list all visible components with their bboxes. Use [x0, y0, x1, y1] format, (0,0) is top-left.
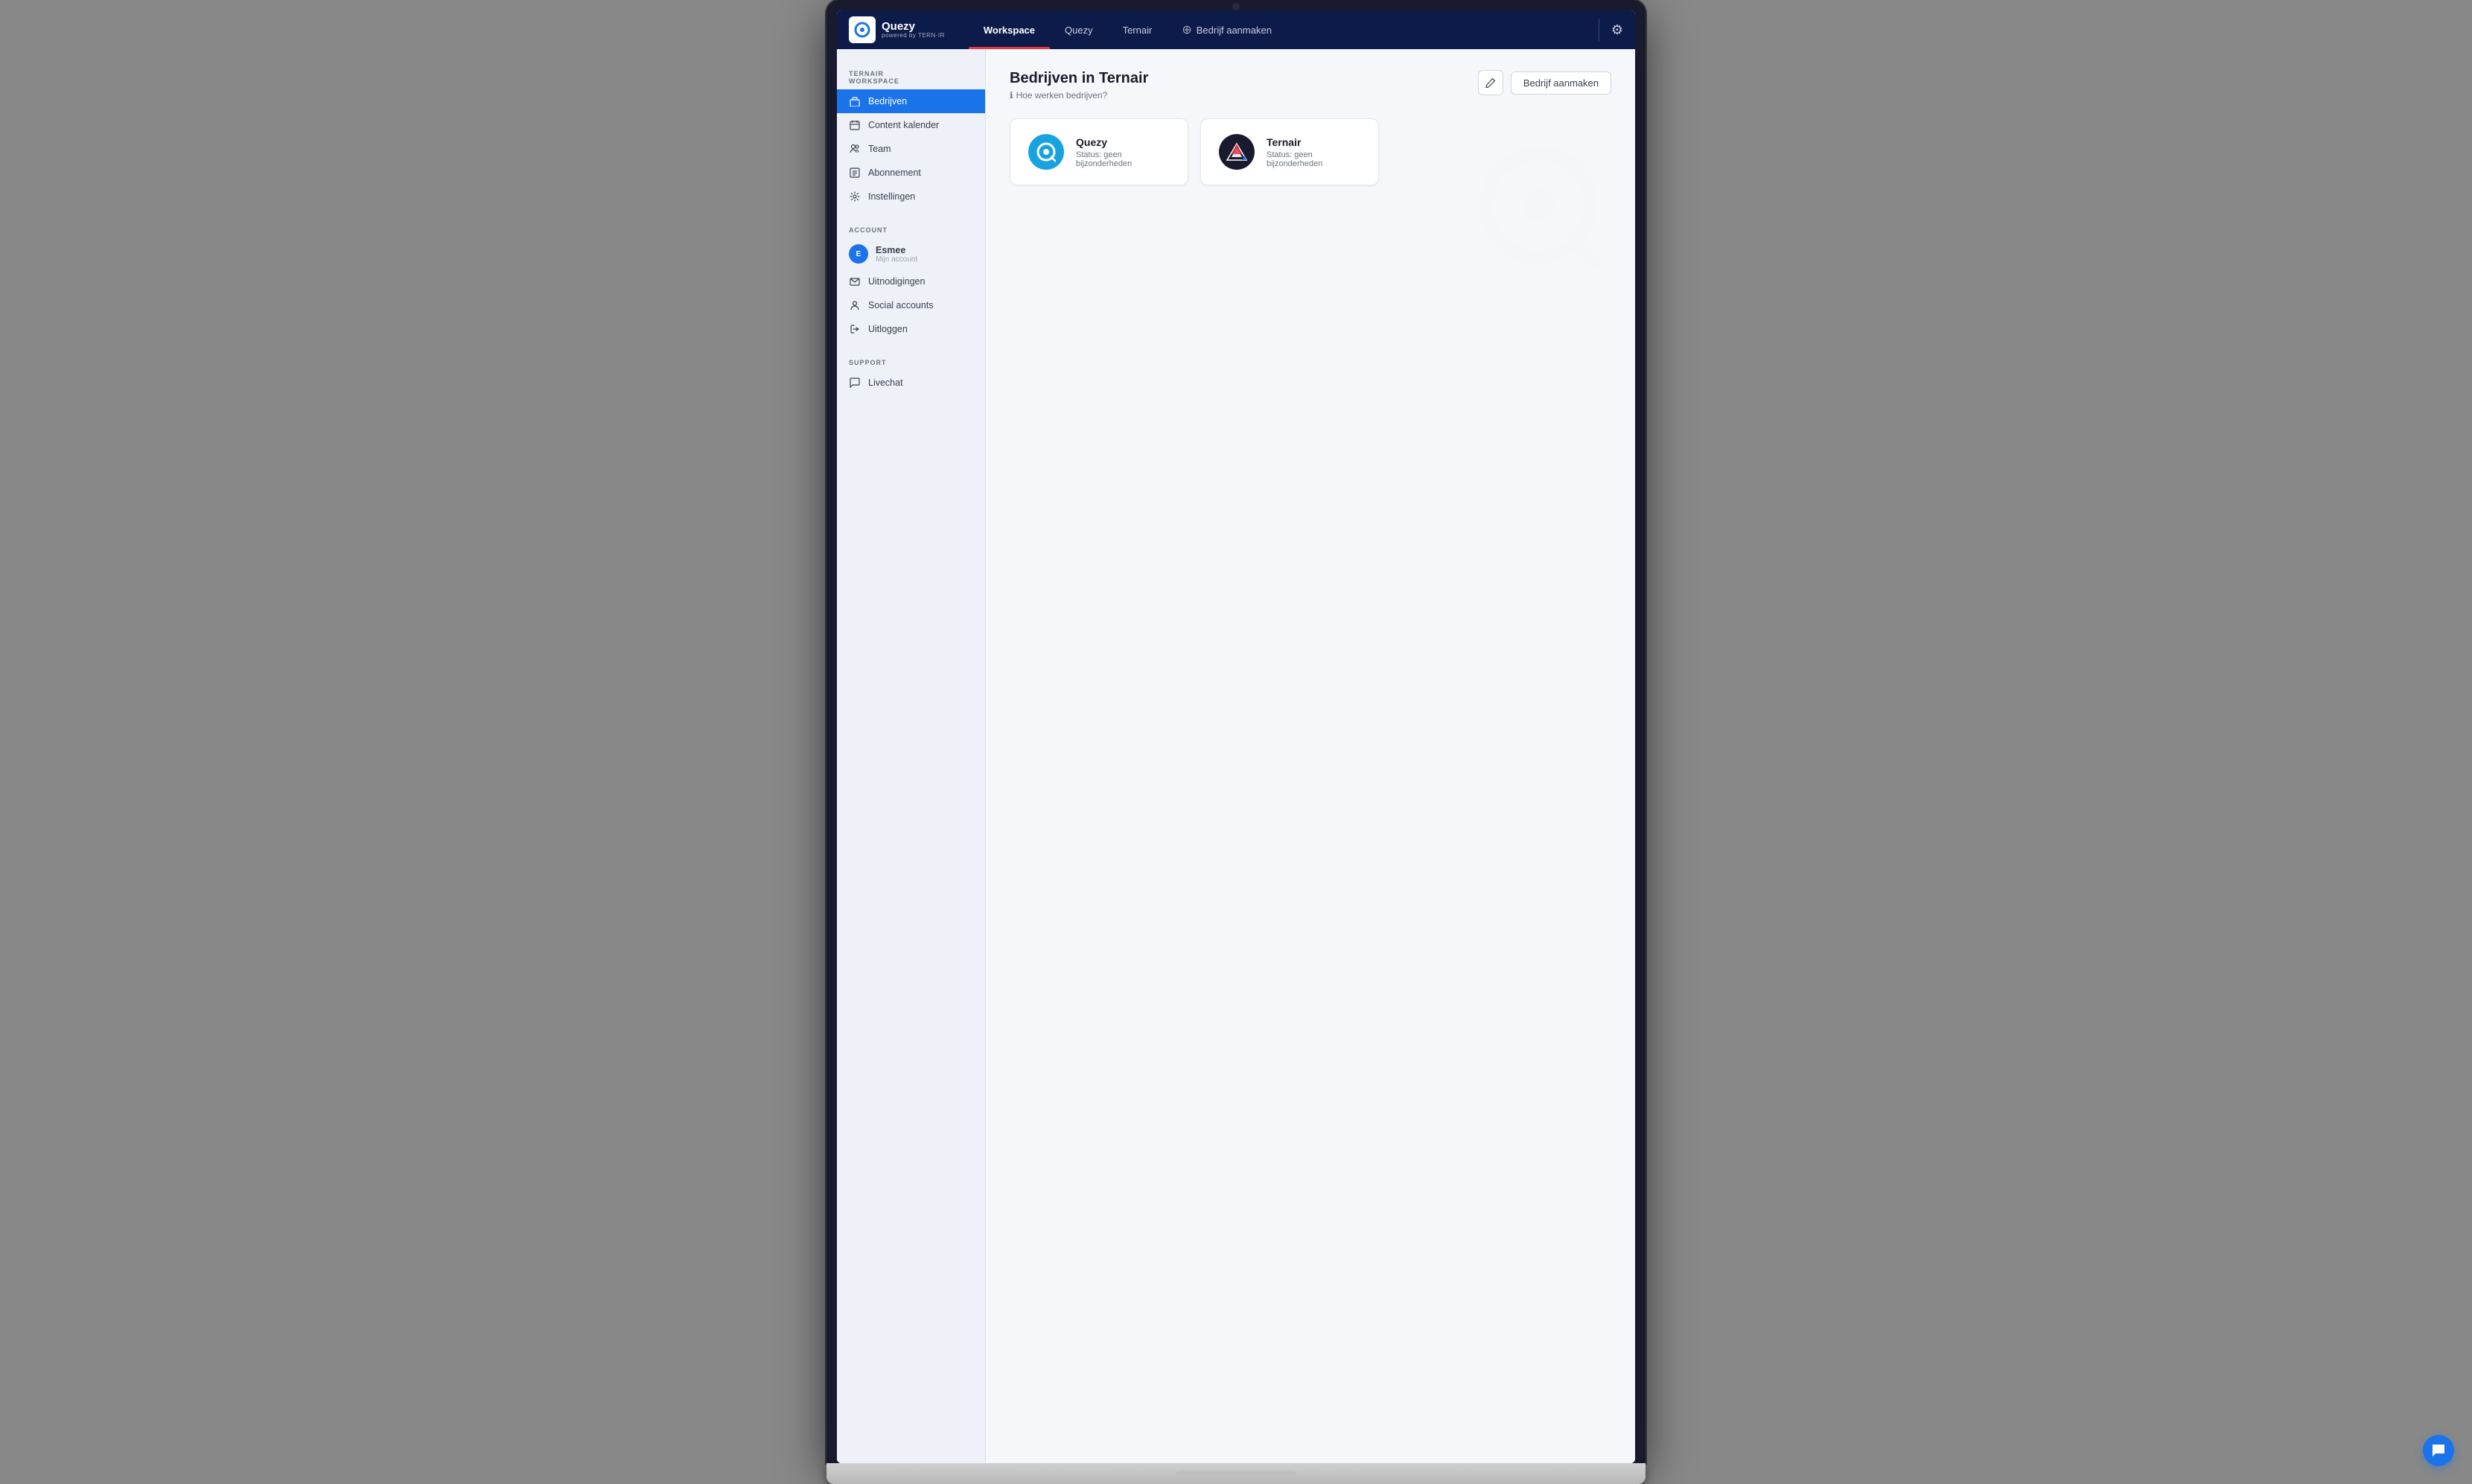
create-company-button[interactable]: Bedrijf aanmaken — [1511, 71, 1611, 95]
sidebar-uitloggen-label: Uitloggen — [868, 324, 908, 334]
quezy-status: Status: geen bijzonderheden — [1076, 150, 1170, 168]
quezy-info: Quezy Status: geen bijzonderheden — [1076, 136, 1170, 168]
sidebar-item-account[interactable]: E Esmee Mijn account — [837, 238, 985, 270]
page-actions: Bedrijf aanmaken — [1478, 70, 1611, 95]
social-accounts-icon — [849, 299, 861, 311]
logo-area[interactable]: Quezy powered by TERN·IR — [849, 16, 945, 43]
nav-right: ⚙ — [1599, 19, 1623, 41]
top-nav: Quezy powered by TERN·IR Workspace Quezy… — [837, 10, 1635, 49]
uitloggen-icon — [849, 323, 861, 335]
logo-icon — [849, 16, 876, 43]
sidebar-item-bedrijven[interactable]: Bedrijven — [837, 89, 985, 113]
ternair-status: Status: geen bijzonderheden — [1267, 150, 1360, 168]
account-name: Esmee — [876, 245, 917, 255]
edit-button[interactable] — [1478, 70, 1503, 95]
sidebar-item-livechat[interactable]: Livechat — [837, 371, 985, 395]
sidebar-item-uitnodigingen[interactable]: Uitnodigingen — [837, 270, 985, 293]
watermark — [1471, 138, 1605, 276]
sidebar: TERNAIR WORKSPACE Bedrijven — [837, 49, 986, 1463]
sidebar-item-content-kalender[interactable]: Content kalender — [837, 113, 985, 137]
page-header: Bedrijven in Ternair ℹ Hoe werken bedrij… — [1010, 70, 1611, 101]
info-icon: ℹ — [1010, 90, 1013, 101]
page-title: Bedrijven in Ternair — [1010, 70, 1148, 87]
sidebar-kalender-label: Content kalender — [868, 120, 939, 130]
brand-name: Quezy — [882, 21, 945, 32]
sidebar-social-label: Social accounts — [868, 300, 934, 311]
nav-tab-ternair[interactable]: Ternair — [1108, 10, 1167, 49]
sidebar-uitnodigingen-label: Uitnodigingen — [868, 276, 925, 287]
bedrijven-icon — [849, 95, 861, 107]
ternair-logo — [1219, 134, 1255, 170]
uitnodigingen-icon — [849, 276, 861, 287]
abonnement-icon — [849, 167, 861, 179]
nav-tab-quezy[interactable]: Quezy — [1050, 10, 1108, 49]
brand-sub: powered by TERN·IR — [882, 32, 945, 39]
quezy-name: Quezy — [1076, 136, 1170, 148]
sidebar-instellingen-label: Instellingen — [868, 191, 915, 202]
account-sub: Mijn account — [876, 255, 917, 264]
nav-tab-workspace[interactable]: Workspace — [969, 10, 1050, 49]
settings-icon[interactable]: ⚙ — [1611, 22, 1623, 38]
sidebar-item-uitloggen[interactable]: Uitloggen — [837, 317, 985, 341]
sidebar-item-instellingen[interactable]: Instellingen — [837, 185, 985, 208]
sidebar-team-label: Team — [868, 144, 891, 154]
laptop-base — [826, 1463, 1646, 1484]
sidebar-workspace-label: TERNAIR WORKSPACE — [837, 61, 985, 89]
quezy-logo — [1028, 134, 1064, 170]
nav-tabs: Workspace Quezy Ternair ⊕ Bedrijf aanmak… — [969, 10, 1287, 49]
sidebar-item-social-accounts[interactable]: Social accounts — [837, 293, 985, 317]
page-title-group: Bedrijven in Ternair ℹ Hoe werken bedrij… — [1010, 70, 1148, 101]
kalender-icon — [849, 119, 861, 131]
sidebar-bedrijven-label: Bedrijven — [868, 96, 907, 106]
sidebar-item-abonnement[interactable]: Abonnement — [837, 161, 985, 185]
sidebar-account-section: ACCOUNT — [837, 217, 985, 238]
main-layout: TERNAIR WORKSPACE Bedrijven — [837, 49, 1635, 1463]
company-card-ternair[interactable]: Ternair Status: geen bijzonderheden — [1200, 118, 1379, 185]
account-avatar: E — [849, 244, 868, 264]
ternair-name: Ternair — [1267, 136, 1360, 148]
livechat-icon — [849, 377, 861, 389]
ternair-info: Ternair Status: geen bijzonderheden — [1267, 136, 1360, 168]
content-area: Bedrijven in Ternair ℹ Hoe werken bedrij… — [986, 49, 1635, 1463]
page-subtitle[interactable]: ℹ Hoe werken bedrijven? — [1010, 90, 1148, 101]
trackpad-notch — [1176, 1471, 1296, 1477]
chat-fab-button[interactable] — [2423, 1435, 2454, 1466]
instellingen-icon — [849, 191, 861, 203]
nav-tab-create[interactable]: ⊕ Bedrijf aanmaken — [1167, 10, 1287, 49]
sidebar-support-section: SUPPORT — [837, 350, 985, 371]
company-card-quezy[interactable]: Quezy Status: geen bijzonderheden — [1010, 118, 1188, 185]
team-icon — [849, 143, 861, 155]
sidebar-abonnement-label: Abonnement — [868, 168, 921, 178]
sidebar-item-team[interactable]: Team — [837, 137, 985, 161]
sidebar-livechat-label: Livechat — [868, 378, 903, 388]
